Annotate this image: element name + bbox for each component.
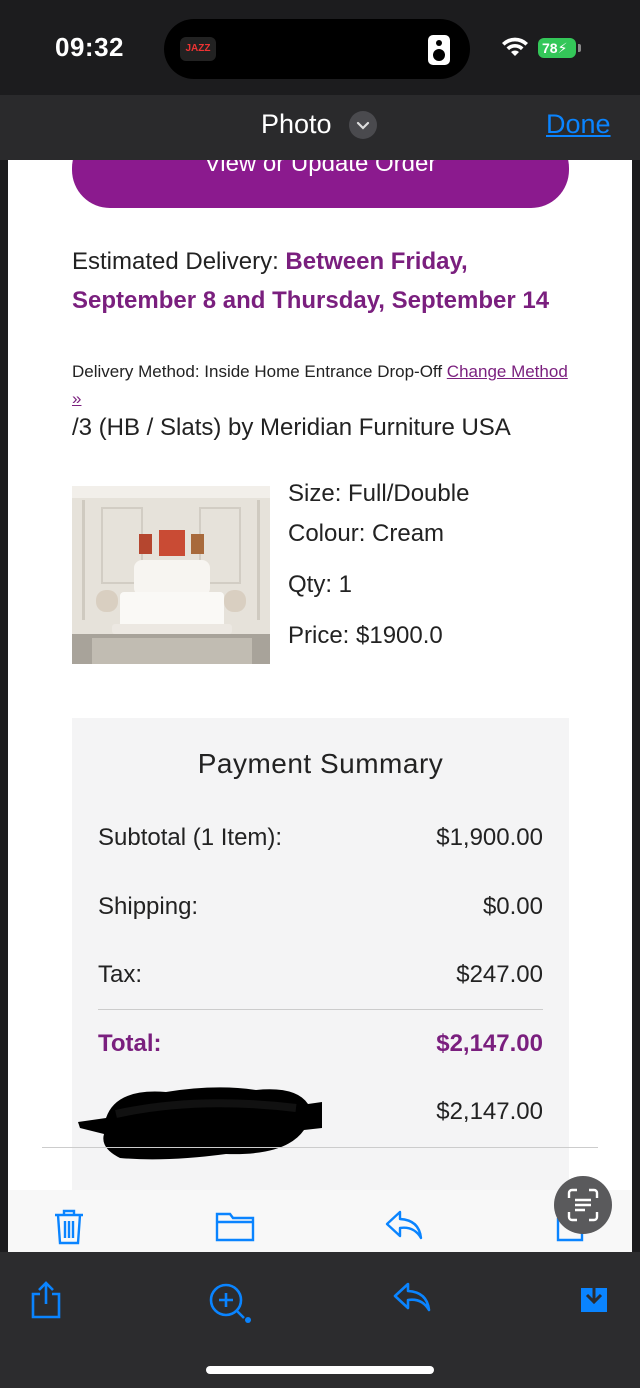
wifi-icon [502, 37, 528, 56]
now-playing-app-icon: JAZZ [180, 37, 216, 61]
battery-nub [578, 44, 581, 52]
product-qty: Qty: 1 [288, 571, 353, 598]
product-name: /3 (HB / Slats) by Meridian Furniture US… [72, 414, 511, 441]
shipping-label: Shipping: [98, 893, 199, 920]
photo-nav-bar: Photo Done [0, 95, 640, 160]
subtotal-label: Subtotal (1 Item): [98, 824, 283, 851]
subtotal-value: $1,900.00 [436, 824, 543, 851]
nav-title[interactable]: Photo [261, 109, 332, 140]
folder-icon[interactable] [215, 1208, 255, 1242]
status-time: 09:32 [55, 32, 124, 62]
battery-indicator: 78⚡ [538, 38, 576, 58]
total-value: $2,147.00 [436, 1030, 543, 1057]
delivery-method: Delivery Method: Inside Home Entrance Dr… [72, 358, 572, 412]
save-icon[interactable] [577, 1280, 611, 1316]
photo-content: View or Update Order Estimated Delivery:… [8, 160, 632, 1252]
content-divider [42, 1147, 598, 1148]
paid-amount-value: $2,147.00 [436, 1098, 543, 1125]
payment-summary-title: Payment Summary [197, 748, 444, 779]
estimated-delivery-label: Estimated Delivery: [72, 248, 286, 275]
trash-icon[interactable] [52, 1208, 86, 1246]
share-icon[interactable] [29, 1280, 63, 1320]
redaction-scribble [78, 1087, 322, 1160]
tax-label: Tax: [98, 961, 143, 988]
estimated-delivery: Estimated Delivery: Between Friday, Sept… [72, 242, 572, 320]
mail-toolbar [8, 1190, 632, 1252]
status-bar: 09:32 JAZZ 78⚡ [0, 0, 640, 95]
delivery-method-label: Delivery Method: Inside Home Entrance Dr… [72, 362, 447, 381]
done-button[interactable]: Done [546, 109, 611, 140]
live-text-icon[interactable] [554, 1176, 612, 1234]
payment-summary: Payment Summary Subtotal (1 Item): $1,90… [72, 718, 569, 1252]
reply-icon[interactable] [384, 1208, 424, 1242]
product-image[interactable] [72, 486, 270, 664]
chevron-down-icon[interactable] [349, 111, 377, 139]
markup-icon[interactable] [206, 1280, 254, 1326]
shipping-value: $0.00 [482, 893, 543, 920]
product-size: Size: Full/Double [288, 480, 470, 507]
reply-icon[interactable] [392, 1280, 432, 1314]
total-label: Total: [98, 1030, 162, 1057]
product-colour: Colour: Cream [288, 520, 445, 547]
product-price: Price: $1900.0 [288, 622, 443, 649]
speaker-icon [428, 35, 450, 65]
summary-divider [98, 1009, 543, 1010]
view-update-order-button[interactable]: View or Update Order [72, 160, 569, 208]
dynamic-island[interactable]: JAZZ [164, 19, 470, 79]
home-indicator[interactable] [206, 1366, 434, 1374]
tax-value: $247.00 [456, 961, 543, 988]
